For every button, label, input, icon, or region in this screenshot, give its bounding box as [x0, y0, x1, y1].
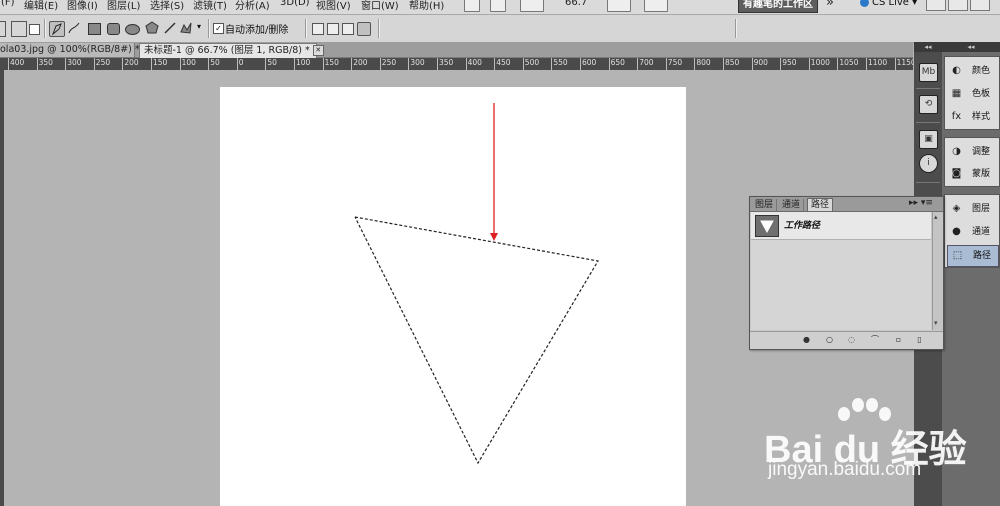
history-panel-icon[interactable]: ⟲ — [919, 95, 938, 114]
dock-item-layers[interactable]: ◈ 图层 — [947, 199, 997, 219]
info-panel-icon[interactable]: i — [919, 154, 938, 173]
path-name: 工作路径 — [784, 221, 821, 231]
navigator-panel-icon[interactable]: ▣ — [919, 130, 938, 149]
dock-item-swatches[interactable]: ▦ 色板 — [947, 84, 997, 104]
delete-path-icon[interactable]: ▯ — [915, 335, 924, 344]
swatches-icon: ▦ — [951, 88, 962, 99]
scroll-up-icon[interactable]: ▴ — [934, 213, 938, 221]
tab-paths[interactable]: 路径 — [807, 198, 834, 211]
fill-path-icon[interactable]: ● — [802, 335, 811, 344]
dock-item-adjustments[interactable]: ◑ 调整 — [947, 142, 997, 162]
watermark-url: jingyan.baidu.com — [768, 459, 922, 480]
dock-item-masks[interactable]: ◙ 蒙版 — [947, 164, 997, 184]
styles-icon: fx — [951, 111, 962, 122]
panel-menu-icon[interactable]: ▸▸ ▾≡ — [909, 198, 933, 208]
dock-group-layers: ◈ 图层 ● 通道 ⬚ 路径 — [944, 194, 1000, 268]
scroll-down-icon[interactable]: ▾ — [934, 319, 938, 327]
new-path-icon[interactable]: ▫ — [894, 335, 903, 344]
dock-group-adjustments: ◑ 调整 ◙ 蒙版 — [944, 137, 1000, 187]
list-item[interactable]: 工作路径 — [751, 212, 931, 240]
minibridge-panel-icon[interactable]: Mb — [919, 63, 938, 82]
dock-item-color[interactable]: ◐ 颜色 — [947, 61, 997, 81]
collapse-dock-icon[interactable]: ◂◂ — [942, 42, 1000, 52]
layers-icon: ◈ — [952, 203, 961, 214]
dock-item-paths[interactable]: ⬚ 路径 — [947, 245, 999, 267]
baidu-watermark: Bai du 经验 jingyan.baidu.com — [764, 398, 1000, 506]
dock-item-channels[interactable]: ● 通道 — [947, 222, 997, 242]
paths-icon: ⬚ — [952, 250, 963, 261]
paths-panel-footer: ● ○ ◌ ⌒ ▫ ▯ — [750, 331, 943, 349]
scrollbar[interactable]: ▴ ▾ — [932, 212, 943, 330]
tab-channels[interactable]: 通道 — [779, 199, 805, 211]
work-path-triangle — [354, 216, 599, 465]
color-icon: ◐ — [952, 65, 961, 76]
path-thumbnail — [755, 215, 779, 237]
stroke-path-icon[interactable]: ○ — [825, 335, 834, 344]
paths-list: 工作路径 — [751, 212, 931, 330]
paths-panel: 图层 通道 路径 ▸▸ ▾≡ 工作路径 ▴ ▾ ● ○ ◌ ⌒ ▫ ▯ — [749, 196, 944, 350]
tab-layers[interactable]: 图层 — [752, 199, 778, 211]
collapse-strip-icon[interactable]: ◂◂ — [914, 42, 942, 52]
make-work-path-icon[interactable]: ⌒ — [868, 335, 882, 344]
channels-icon: ● — [952, 226, 961, 237]
dock-group-color: ◐ 颜色 ▦ 色板 fx 样式 — [944, 56, 1000, 130]
dock-item-styles[interactable]: fx 样式 — [947, 107, 997, 127]
paths-panel-tabs: 图层 通道 路径 ▸▸ ▾≡ — [750, 197, 943, 212]
masks-icon: ◙ — [951, 168, 962, 179]
adjustments-icon: ◑ — [952, 146, 961, 157]
load-selection-icon[interactable]: ◌ — [847, 335, 856, 344]
annotation-arrow-head — [490, 233, 498, 241]
